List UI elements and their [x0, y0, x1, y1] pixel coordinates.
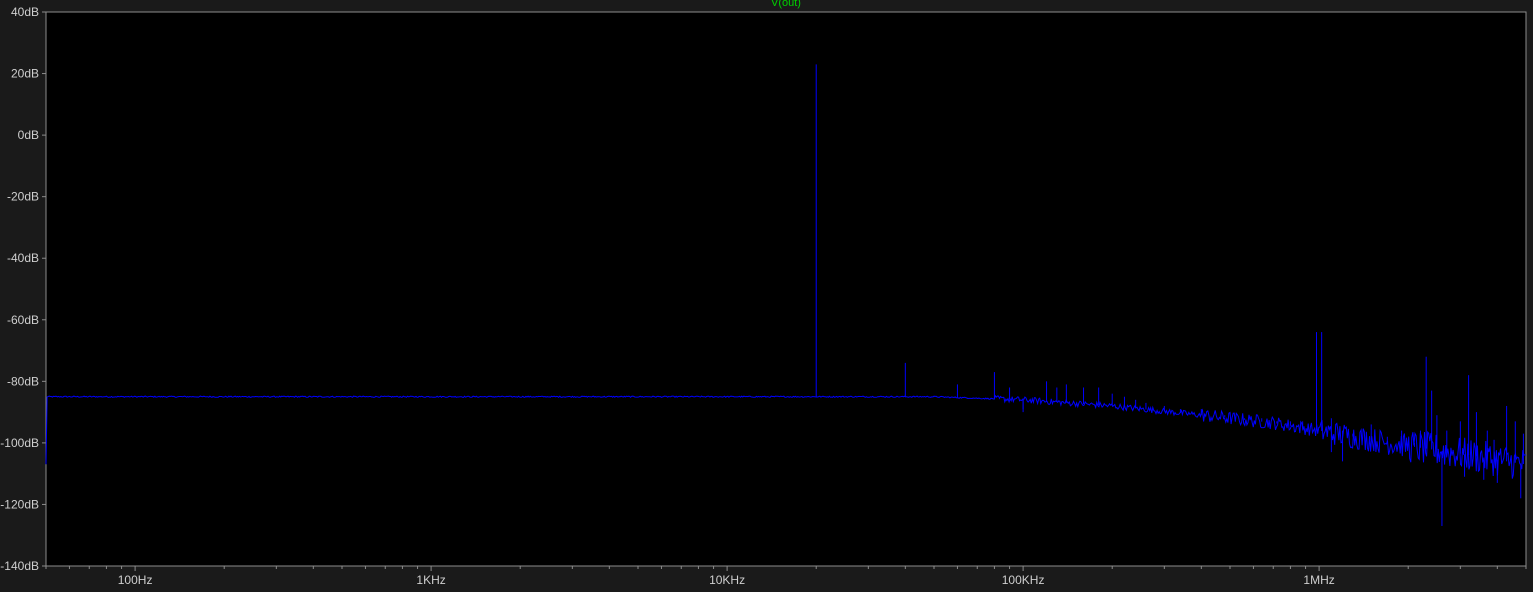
plot-area — [46, 12, 1526, 566]
y-tick-label: -20dB — [7, 190, 39, 204]
y-tick-label: -120dB — [0, 497, 39, 511]
x-tick-label: 1KHz — [416, 573, 445, 587]
x-tick-label: 100Hz — [118, 573, 153, 587]
y-tick-label: -40dB — [7, 251, 39, 265]
x-tick-label: 10KHz — [709, 573, 745, 587]
spectrum-plot[interactable]: 40dB 20dB 0dB -20dB -40dB -60dB -80dB -100dB -12… — [0, 0, 1533, 587]
series-label-vout[interactable]: V(out) — [771, 0, 801, 9]
y-tick-label: 40dB — [11, 5, 39, 19]
y-tick-label: 0dB — [18, 128, 39, 142]
y-tick-label: -100dB — [0, 436, 39, 450]
y-tick-label: 20dB — [11, 67, 39, 81]
x-tick-label: 1MHz — [1303, 573, 1334, 587]
y-tick-label: -60dB — [7, 313, 39, 327]
plot-window: 40dB 20dB 0dB -20dB -40dB -60dB -80dB -100dB -12… — [0, 0, 1533, 587]
y-tick-label: -80dB — [7, 374, 39, 388]
x-tick-label: 100KHz — [1002, 573, 1045, 587]
y-tick-label: -140dB — [0, 559, 39, 573]
